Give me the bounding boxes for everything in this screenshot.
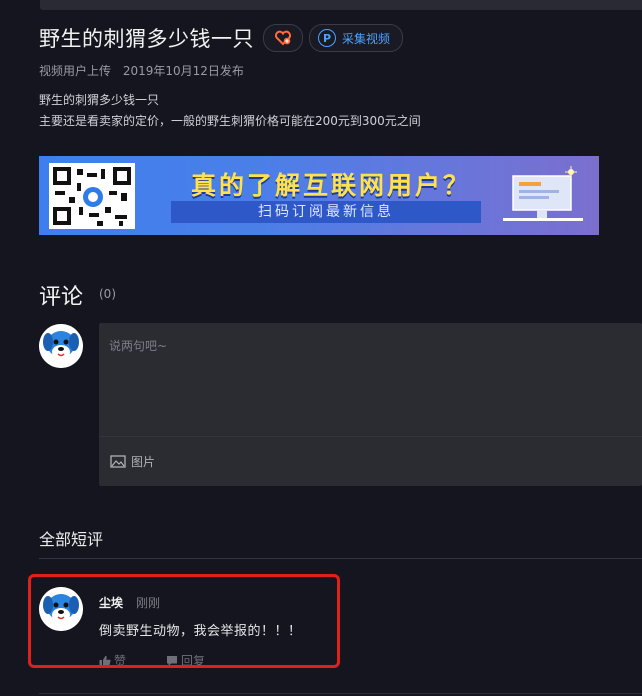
- top-bar: [40, 0, 642, 10]
- p-badge-icon: P: [318, 29, 336, 47]
- publish-date: 2019年10月12日发布: [122, 64, 244, 78]
- all-comments-title: 全部短评: [39, 530, 104, 549]
- video-meta: 视频用户上传 2019年10月12日发布: [39, 62, 244, 79]
- divider: [39, 693, 642, 694]
- image-upload-button[interactable]: 图片: [110, 453, 155, 470]
- video-title: 野生的刺猬多少钱一只: [39, 27, 254, 51]
- monitor-illustration-icon: [503, 166, 583, 221]
- desc-line-2: 主要还是看卖家的定价，一般的野生刺猬价格可能在200元到300元之间: [39, 114, 421, 128]
- banner-subline: 扫码订阅最新信息: [171, 201, 481, 223]
- favorite-button[interactable]: [263, 24, 303, 52]
- video-description: 野生的刺猬多少钱一只 主要还是看卖家的定价，一般的野生刺猬价格可能在200元到3…: [39, 90, 421, 132]
- collect-video-label: 采集视频: [342, 31, 391, 46]
- collect-video-button[interactable]: P 采集视频: [309, 24, 404, 52]
- image-icon: [110, 455, 126, 468]
- heart-plus-icon: [274, 30, 292, 46]
- avatar-dog-icon: [39, 324, 83, 368]
- ad-banner[interactable]: 真的了解互联网用户？ 扫码订阅最新信息: [39, 156, 599, 235]
- avatar: [39, 324, 83, 368]
- qr-code-icon: [49, 163, 135, 229]
- desc-line-1: 野生的刺猬多少钱一只: [39, 93, 160, 107]
- image-label: 图片: [131, 455, 156, 469]
- divider: [39, 558, 642, 559]
- comment-input[interactable]: 说两句吧~ 图片: [99, 323, 642, 486]
- comment-count: (0): [99, 287, 116, 301]
- uploader: 视频用户上传: [39, 64, 112, 78]
- comment-section-title: 评论: [39, 285, 84, 310]
- comment-placeholder: 说两句吧~: [109, 339, 168, 353]
- banner-headline: 真的了解互联网用户？: [190, 171, 471, 200]
- input-divider: [99, 436, 642, 437]
- title-row: 野生的刺猬多少钱一只 P 采集视频: [39, 22, 404, 54]
- highlight-box: [28, 574, 340, 668]
